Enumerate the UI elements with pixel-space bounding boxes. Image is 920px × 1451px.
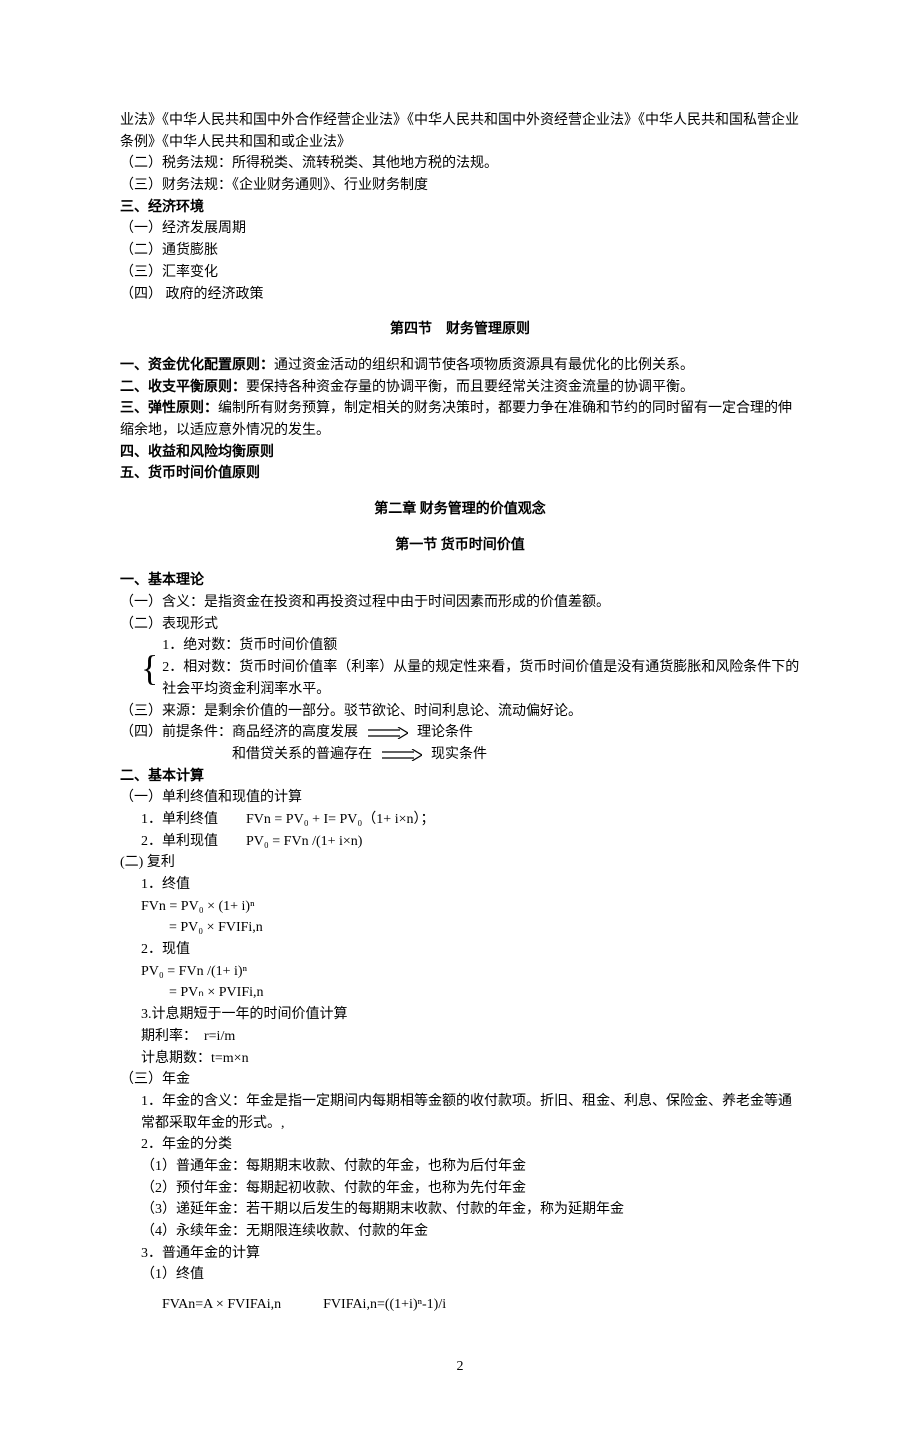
paragraph: （一）含义：是指资金在投资和再投资过程中由于时间因素而形成的价值差额。 <box>120 592 800 614</box>
principle-5: 五、货币时间价值原则 <box>120 463 800 485</box>
brace-content: 1．绝对数：货币时间价值额 2．相对数：货币时间价值率（利率）从量的规定性来看，… <box>162 635 800 700</box>
brace-group: { 1．绝对数：货币时间价值额 2．相对数：货币时间价值率（利率）从量的规定性来… <box>120 635 800 700</box>
paragraph: （三）年金 <box>120 1069 800 1091</box>
left-brace-icon: { <box>141 635 162 700</box>
list-item: （四） 政府的经济政策 <box>120 284 800 306</box>
list-item: 1．绝对数：货币时间价值额 <box>162 635 800 657</box>
paragraph: （三）财务法规：《企业财务通则》、行业财务制度 <box>120 175 800 197</box>
list-item: 3．普通年金的计算 <box>120 1243 800 1265</box>
list-item: 2．相对数：货币时间价值率（利率）从量的规定性来看，货币时间价值是没有通货膨胀和… <box>162 657 800 700</box>
formula: = PV₀ × FVIFi,n <box>120 917 800 939</box>
principle-label: 三、弹性原则： <box>120 401 218 416</box>
paragraph: 1．年金的含义：年金是指一定期间内每期相等金额的收付款项。折旧、租金、利息、保险… <box>120 1091 800 1134</box>
principle-label: 二、收支平衡原则： <box>120 380 246 395</box>
section-4-title: 第四节 财务管理原则 <box>120 319 800 341</box>
list-item: （1）终值 <box>120 1264 800 1286</box>
paragraph: （一）单利终值和现值的计算 <box>120 787 800 809</box>
precondition-2: 和借贷关系的普遍存在 现实条件 <box>120 744 800 766</box>
paragraph: 业法》《中华人民共和国中外合作经营企业法》《中华人民共和国中外资经营企业法》《中… <box>120 110 800 153</box>
list-item: （1）普通年金：每期期末收款、付款的年金，也称为后付年金 <box>120 1156 800 1178</box>
heading-econ-env: 三、经济环境 <box>120 197 800 219</box>
section-1-title: 第一节 货币时间价值 <box>120 535 800 557</box>
chapter-2-title: 第二章 财务管理的价值观念 <box>120 499 800 521</box>
precondition-1: （四）前提条件：商品经济的高度发展 理论条件 <box>120 722 800 744</box>
precondition-text: （四）前提条件：商品经济的高度发展 <box>120 725 358 740</box>
list-item: （一）经济发展周期 <box>120 218 800 240</box>
arrow-right-icon <box>382 749 422 761</box>
principle-2: 二、收支平衡原则：要保持各种资金存量的协调平衡，而且要经常关注资金流量的协调平衡… <box>120 377 800 399</box>
list-item: （三）汇率变化 <box>120 262 800 284</box>
principle-text: 要保持各种资金存量的协调平衡，而且要经常关注资金流量的协调平衡。 <box>246 380 694 395</box>
list-item: （二）通货膨胀 <box>120 240 800 262</box>
page-number: 2 <box>120 1356 800 1378</box>
heading-basic-theory: 一、基本理论 <box>120 570 800 592</box>
principle-label: 一、资金优化配置原则： <box>120 358 274 373</box>
paragraph: （三）来源：是剩余价值的一部分。驳节欲论、时间利息论、流动偏好论。 <box>120 701 800 723</box>
principle-1: 一、资金优化配置原则：通过资金活动的组织和调节使各项物质资源具有最优化的比例关系… <box>120 355 800 377</box>
precondition-text: 和借贷关系的普遍存在 <box>232 747 372 762</box>
list-item: 2．现值 <box>120 939 800 961</box>
paragraph: （二）税务法规：所得税类、流转税类、其他地方税的法规。 <box>120 153 800 175</box>
list-item: 1．终值 <box>120 874 800 896</box>
list-item: （2）预付年金：每期起初收款、付款的年金，也称为先付年金 <box>120 1178 800 1200</box>
paragraph: （二）表现形式 <box>120 614 800 636</box>
list-item: （3）递延年金：若干期以后发生的每期期末收款、付款的年金，称为延期年金 <box>120 1199 800 1221</box>
principle-text: 编制所有财务预算，制定相关的财务决策时，都要力争在准确和节约的同时留有一定合理的… <box>120 401 792 438</box>
paragraph: (二) 复利 <box>120 852 800 874</box>
document-body: 业法》《中华人民共和国中外合作经营企业法》《中华人民共和国中外资经营企业法》《中… <box>120 110 800 1377</box>
formula: 1．单利终值 FVn = PV₀ + I= PV₀（1+ i×n）； <box>120 809 800 831</box>
principle-4: 四、收益和风险均衡原则 <box>120 442 800 464</box>
principle-3: 三、弹性原则：编制所有财务预算，制定相关的财务决策时，都要力争在准确和节约的同时… <box>120 398 800 441</box>
formula: 期利率： r=i/m <box>120 1026 800 1048</box>
arrow-right-icon <box>368 727 408 739</box>
list-item: （4）永续年金：无期限连续收款、付款的年金 <box>120 1221 800 1243</box>
formula: FVn = PV₀ × (1+ i)ⁿ <box>120 896 800 918</box>
formula: = PVₙ × PVIFi,n <box>120 982 800 1004</box>
heading-basic-calc: 二、基本计算 <box>120 766 800 788</box>
list-item: 3.计息期短于一年的时间价值计算 <box>120 1004 800 1026</box>
formula: FVAn=A × FVIFAi,n FVIFAi,n=((1+i)ⁿ-1)/i <box>120 1294 800 1316</box>
formula: PV₀ = FVn /(1+ i)ⁿ <box>120 961 800 983</box>
formula: 2．单利现值 PV₀ = FVn /(1+ i×n) <box>120 831 800 853</box>
formula: 计息期数：t=m×n <box>120 1048 800 1070</box>
principle-text: 通过资金活动的组织和调节使各项物质资源具有最优化的比例关系。 <box>274 358 694 373</box>
list-item: 2．年金的分类 <box>120 1134 800 1156</box>
precondition-result: 现实条件 <box>431 747 487 762</box>
precondition-result: 理论条件 <box>417 725 473 740</box>
